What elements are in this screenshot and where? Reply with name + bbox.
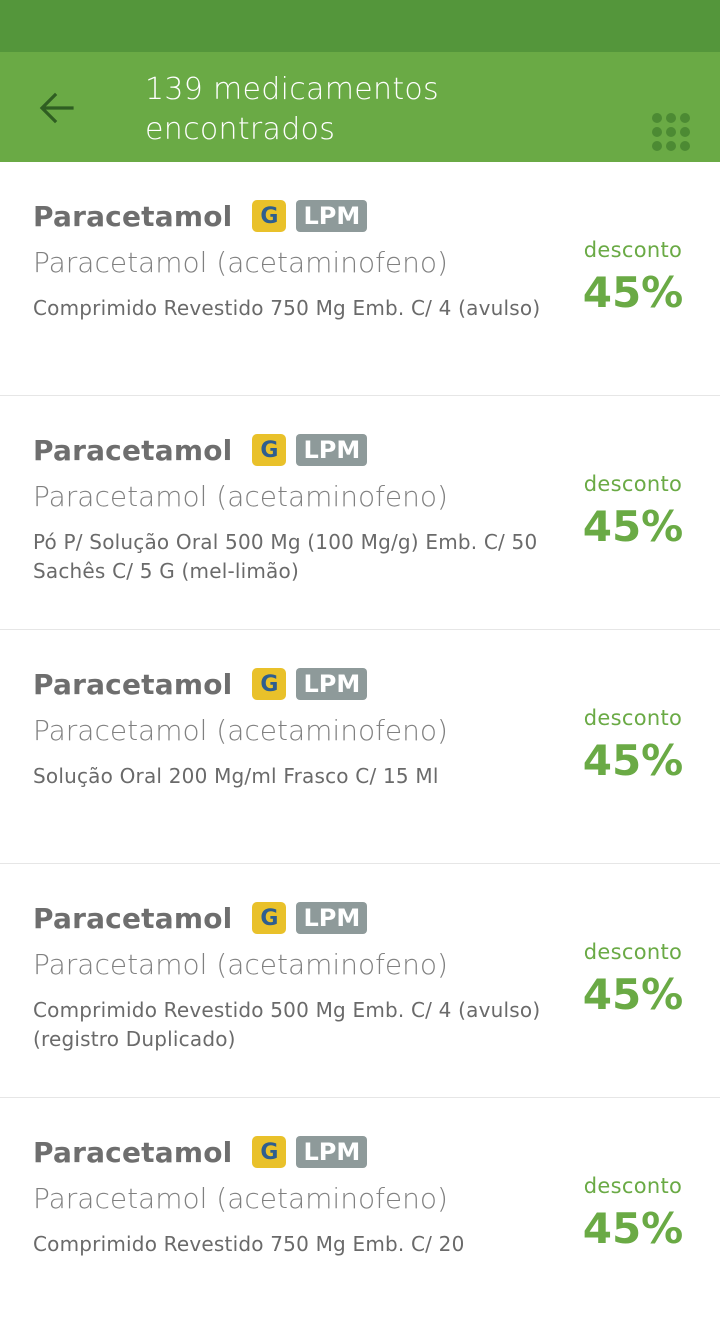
- discount-value: 45%: [582, 1204, 684, 1253]
- active-substance: Paracetamol (acetaminofeno): [33, 480, 448, 513]
- arrow-left-icon: [39, 92, 74, 124]
- generic-badge: G: [252, 434, 287, 466]
- lpm-badge: LPM: [296, 434, 368, 466]
- list-item[interactable]: Paracetamol G LPM Paracetamol (acetamino…: [0, 1098, 720, 1332]
- discount: desconto 45%: [578, 472, 688, 551]
- medication-list: Paracetamol G LPM Paracetamol (acetamino…: [0, 162, 720, 1332]
- medication-name: Paracetamol: [33, 433, 233, 467]
- presentation: Comprimido Revestido 750 Mg Emb. C/ 20: [33, 1232, 465, 1256]
- presentation: Solução Oral 200 Mg/ml Frasco C/ 15 Ml: [33, 764, 439, 788]
- discount-value: 45%: [582, 268, 684, 317]
- discount-label: desconto: [583, 1174, 683, 1198]
- discount-value: 45%: [582, 970, 684, 1019]
- active-substance: Paracetamol (acetaminofeno): [33, 1182, 448, 1215]
- generic-badge: G: [252, 1136, 287, 1168]
- discount: desconto 45%: [578, 1174, 688, 1253]
- app-bar: 139 medicamentos encontrados: [0, 52, 720, 162]
- back-button[interactable]: [28, 84, 84, 132]
- medication-name: Paracetamol: [33, 667, 233, 701]
- discount: desconto 45%: [578, 940, 688, 1019]
- active-substance: Paracetamol (acetaminofeno): [33, 714, 448, 747]
- lpm-badge: LPM: [296, 668, 368, 700]
- discount-label: desconto: [583, 706, 683, 730]
- name-row: Paracetamol G LPM: [33, 1134, 368, 1170]
- lpm-badge: LPM: [296, 1136, 368, 1168]
- active-substance: Paracetamol (acetaminofeno): [33, 246, 448, 279]
- generic-badge: G: [252, 668, 287, 700]
- page-title: 139 medicamentos encontrados: [145, 72, 439, 147]
- active-substance: Paracetamol (acetaminofeno): [33, 948, 448, 981]
- lpm-badge: LPM: [296, 200, 368, 232]
- discount: desconto 45%: [578, 706, 688, 785]
- discount-value: 45%: [582, 502, 684, 551]
- presentation: Pó P/ Solução Oral 500 Mg (100 Mg/g) Emb…: [33, 530, 538, 583]
- name-row: Paracetamol G LPM: [33, 432, 368, 468]
- medication-name: Paracetamol: [33, 199, 233, 233]
- name-row: Paracetamol G LPM: [33, 666, 368, 702]
- grid-icon: [652, 113, 690, 151]
- medication-name: Paracetamol: [33, 1135, 233, 1169]
- medication-name: Paracetamol: [33, 901, 233, 935]
- status-bar: [0, 0, 720, 52]
- name-row: Paracetamol G LPM: [33, 900, 368, 936]
- discount: desconto 45%: [578, 238, 688, 317]
- presentation: Comprimido Revestido 500 Mg Emb. C/ 4 (a…: [33, 998, 541, 1051]
- discount-value: 45%: [582, 736, 684, 785]
- list-item[interactable]: Paracetamol G LPM Paracetamol (acetamino…: [0, 630, 720, 864]
- list-item[interactable]: Paracetamol G LPM Paracetamol (acetamino…: [0, 864, 720, 1098]
- generic-badge: G: [252, 902, 287, 934]
- list-item[interactable]: Paracetamol G LPM Paracetamol (acetamino…: [0, 162, 720, 396]
- generic-badge: G: [252, 200, 287, 232]
- name-row: Paracetamol G LPM: [33, 198, 368, 234]
- list-item[interactable]: Paracetamol G LPM Paracetamol (acetamino…: [0, 396, 720, 630]
- grid-view-button[interactable]: [646, 107, 696, 157]
- discount-label: desconto: [583, 238, 683, 262]
- lpm-badge: LPM: [296, 902, 368, 934]
- presentation: Comprimido Revestido 750 Mg Emb. C/ 4 (a…: [33, 296, 541, 320]
- discount-label: desconto: [583, 940, 683, 964]
- discount-label: desconto: [583, 472, 683, 496]
